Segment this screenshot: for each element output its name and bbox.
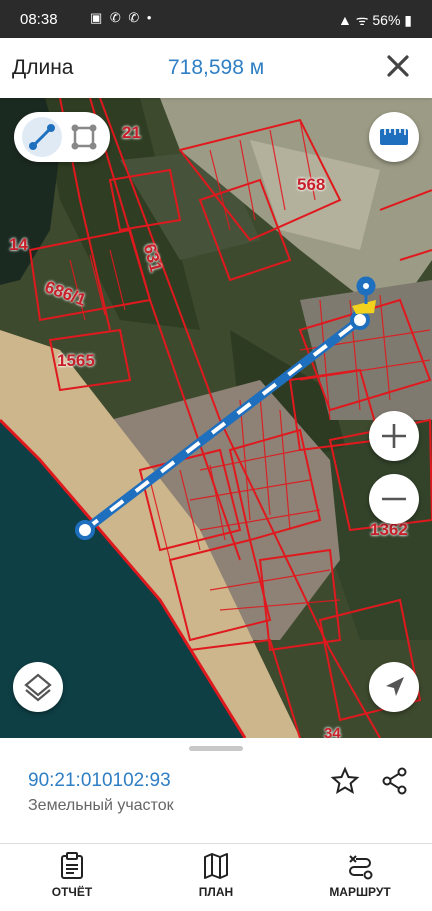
line-mode-button[interactable] <box>22 117 62 157</box>
favorite-star-icon[interactable] <box>330 766 360 796</box>
status-bar: 08:38 ▣ ✆ ✆ • ▲ ᯤ 56% ▮ <box>0 0 432 38</box>
map-icon <box>204 853 228 879</box>
nav-plan[interactable]: ПЛАН <box>156 852 276 906</box>
line-tool-icon <box>29 124 55 150</box>
route-icon <box>349 855 373 880</box>
measure-mode-toggle <box>14 112 110 162</box>
nav-route-label: МАРШРУТ <box>329 885 391 899</box>
zoom-out-button[interactable] <box>369 474 419 524</box>
measure-label: Длина <box>12 56 74 79</box>
measure-value: 718,598 м <box>168 56 265 79</box>
plus-icon <box>382 424 406 448</box>
bottom-navigation: ОТЧЁТ ПЛАН МАРШРУТ <box>0 843 432 911</box>
polygon-tool-icon <box>71 124 97 150</box>
minus-icon <box>382 497 406 501</box>
zoom-in-button[interactable] <box>369 411 419 461</box>
parcel-sheet[interactable]: 90:21:010102:93 Земельный участок <box>0 738 432 843</box>
cadastral-number[interactable]: 90:21:010102:93 <box>28 770 171 792</box>
nav-route[interactable]: МАРШРУТ <box>300 852 420 906</box>
layers-icon <box>24 673 52 702</box>
my-location-button[interactable] <box>369 662 419 712</box>
battery-icon: ▮ <box>400 12 412 28</box>
measure-bar: Длина 718,598 м <box>0 38 432 98</box>
location-pin-icon <box>352 276 376 314</box>
status-time: 08:38 <box>20 11 58 28</box>
signal-icon: ▲ ᯤ <box>337 12 373 28</box>
notification-icons: ▣ ✆ ✆ • <box>90 10 154 25</box>
navigation-arrow-icon <box>386 677 404 696</box>
battery-level: 56% <box>372 12 401 28</box>
layers-button[interactable] <box>13 662 63 712</box>
share-icon[interactable] <box>380 766 410 796</box>
nav-plan-label: ПЛАН <box>198 885 234 899</box>
nav-report-label: ОТЧЁТ <box>51 885 93 899</box>
measure-point-start[interactable] <box>75 520 95 540</box>
close-icon[interactable] <box>384 52 412 80</box>
status-right: ▲ ᯤ 56% ▮ <box>338 11 412 30</box>
area-mode-button[interactable] <box>64 117 104 157</box>
ruler-icon <box>380 129 408 145</box>
measure-point-end[interactable] <box>350 310 370 330</box>
parcel-type: Земельный участок <box>28 797 174 814</box>
ruler-button[interactable] <box>369 112 419 162</box>
sheet-drag-handle[interactable] <box>189 746 243 751</box>
clipboard-icon <box>61 852 83 879</box>
satellite-map[interactable]: 21 568 14 631 686/1 1565 1362 34 1550 <box>0 98 432 738</box>
measurement-line <box>75 276 376 540</box>
nav-report[interactable]: ОТЧЁТ <box>12 852 132 906</box>
